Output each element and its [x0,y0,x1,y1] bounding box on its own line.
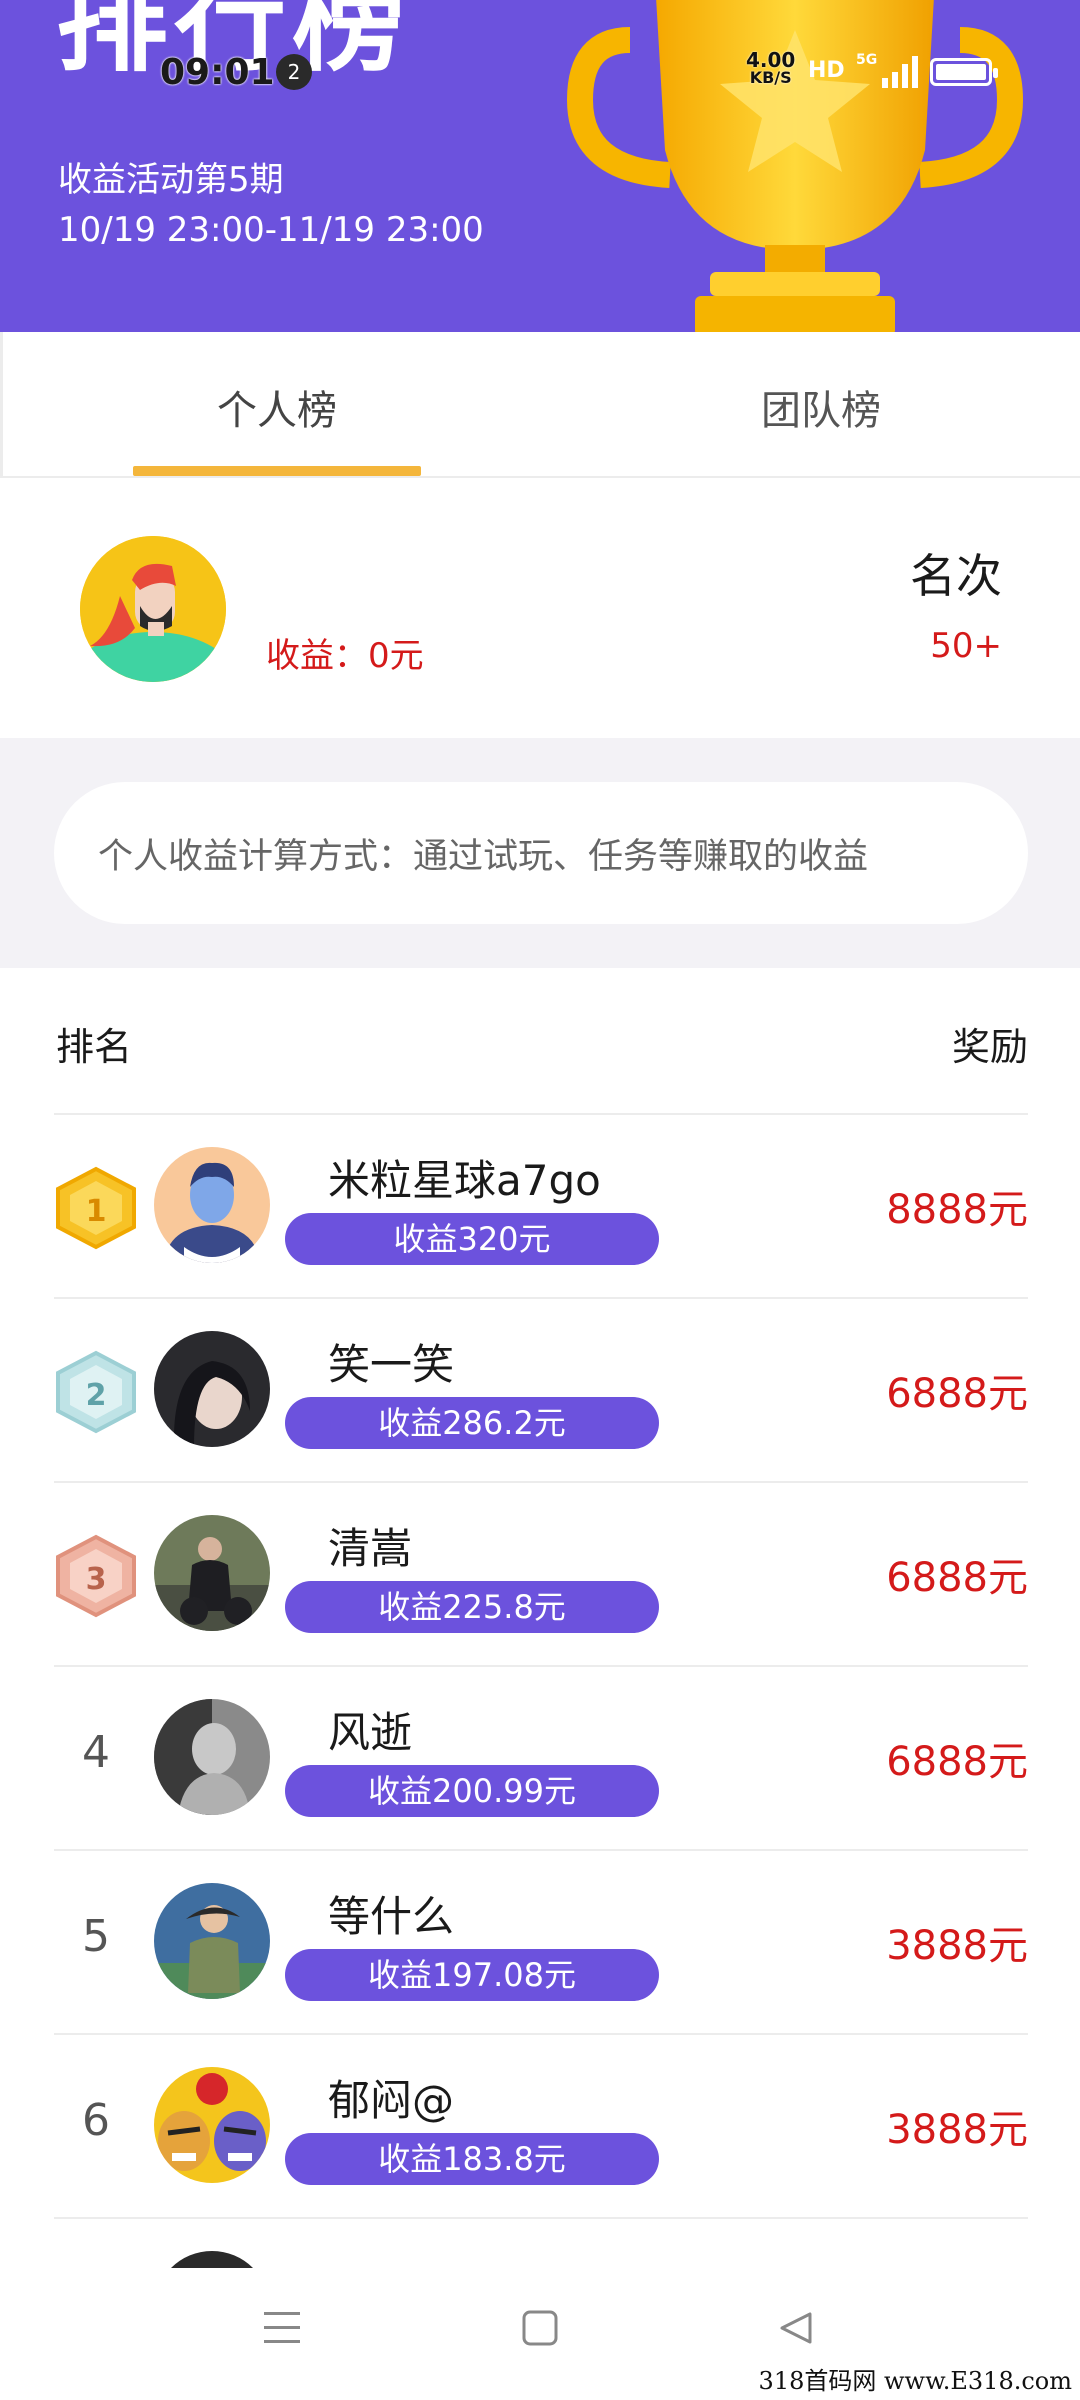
user-avatar-icon [154,1883,270,1999]
leaderboard-tabs: 个人榜 团队榜 [0,332,1080,478]
avatar[interactable] [154,1699,270,1815]
table-row[interactable]: 5 等什么 收益197.08元 3888元 [0,1849,1080,2033]
network-speed-unit: KB/S [749,68,792,87]
bronze-medal-icon: 3 [56,1534,136,1618]
user-avatar-icon [154,1699,270,1815]
row-name: 等什么 [328,1892,455,1941]
avatar[interactable] [154,2067,270,2183]
income-calculation-note: 个人收益计算方式：通过试玩、任务等赚取的收益 [98,837,869,877]
avatar[interactable] [154,1147,270,1263]
user-avatar-icon [154,2067,270,2183]
row-reward: 3888元 [886,1923,1028,1969]
list-header: 排名 奖励 [0,968,1080,1113]
user-avatar-icon [154,1515,270,1631]
my-rank-card: 收益：0元 名次 50+ [0,478,1080,738]
info-section: 个人收益计算方式：通过试玩、任务等赚取的收益 [0,738,1080,968]
row-name: 笑一笑 [328,1340,455,1389]
column-header-reward: 奖励 [951,1025,1028,1069]
leaderboard-list: 1 米粒星球a7go 收益320元 8888元 2 笑一笑 收益286.2元 6… [0,1113,1080,2277]
info-pill: 个人收益计算方式：通过试玩、任务等赚取的收益 [54,782,1028,924]
signal-icon: 5G [856,52,918,88]
row-rank: 4 [82,1727,110,1778]
row-reward: 6888元 [886,1555,1028,1601]
menu-icon[interactable] [242,2288,322,2368]
status-time: 09:01 [160,52,275,93]
row-income: 收益197.08元 [285,1949,659,2001]
user-avatar-icon [154,1147,270,1263]
row-income: 收益320元 [285,1213,659,1265]
row-rank: 1 [86,1194,107,1229]
row-reward: 6888元 [886,1371,1028,1417]
row-rank: 6 [82,2095,110,2146]
active-tab-indicator [133,466,421,476]
system-navigation-bar: 318首码网 www.E318.com [0,2268,1080,2400]
row-reward: 3888元 [886,2107,1028,2153]
activity-period: 收益活动第5期 [58,160,284,200]
silver-medal-icon: 2 [56,1350,136,1434]
table-row[interactable]: 4 风逝 收益200.99元 6888元 [0,1665,1080,1849]
rank-value: 50+ [930,626,1002,666]
row-reward: 6888元 [886,1739,1028,1785]
tab-personal[interactable]: 个人榜 [217,378,337,436]
row-income: 收益225.8元 [285,1581,659,1633]
row-rank: 3 [86,1562,107,1597]
user-avatar-icon [80,536,226,682]
avatar[interactable] [80,536,226,682]
row-reward: 8888元 [886,1187,1028,1233]
avatar[interactable] [154,1883,270,1999]
avatar[interactable] [154,1515,270,1631]
user-avatar-icon [154,1331,270,1447]
page-header: 排行榜 09:01 2 4.00 KB/S HD 5G 收益活动第5期 10/1… [0,0,1080,332]
table-row[interactable]: 2 笑一笑 收益286.2元 6888元 [0,1297,1080,1481]
back-icon[interactable] [756,2288,836,2368]
network-speed-value: 4.00 [746,48,796,72]
gold-medal-icon: 1 [56,1166,136,1250]
my-income: 收益：0元 [266,636,424,676]
row-rank: 5 [82,1911,110,1962]
row-name: 米粒星球a7go [328,1156,601,1205]
row-income: 收益286.2元 [285,1397,659,1449]
tab-team[interactable]: 团队榜 [761,378,881,436]
home-icon[interactable] [500,2288,580,2368]
activity-dates: 10/19 23:00-11/19 23:00 [58,210,484,250]
table-row[interactable]: 1 米粒星球a7go 收益320元 8888元 [0,1113,1080,1297]
battery-icon [930,58,998,86]
table-row[interactable]: 6 郁闷@ 收益183.8元 3888元 [0,2033,1080,2217]
row-rank: 2 [86,1378,107,1413]
network-speed: 4.00 KB/S [746,50,795,86]
avatar[interactable] [154,1331,270,1447]
hd-indicator: HD [808,58,845,83]
column-header-rank: 排名 [56,1025,133,1069]
rank-label: 名次 [910,549,1002,603]
row-income: 收益200.99元 [285,1765,659,1817]
watermark: 318首码网 www.E318.com [758,2367,1072,2395]
row-name: 风逝 [328,1708,413,1757]
table-row[interactable]: 3 清嵩 收益225.8元 6888元 [0,1481,1080,1665]
row-name: 郁闷@ [328,2076,455,2125]
network-type: 5G [856,52,877,68]
row-income: 收益183.8元 [285,2133,659,2185]
row-name: 清嵩 [328,1524,413,1573]
notification-badge: 2 [276,54,312,90]
